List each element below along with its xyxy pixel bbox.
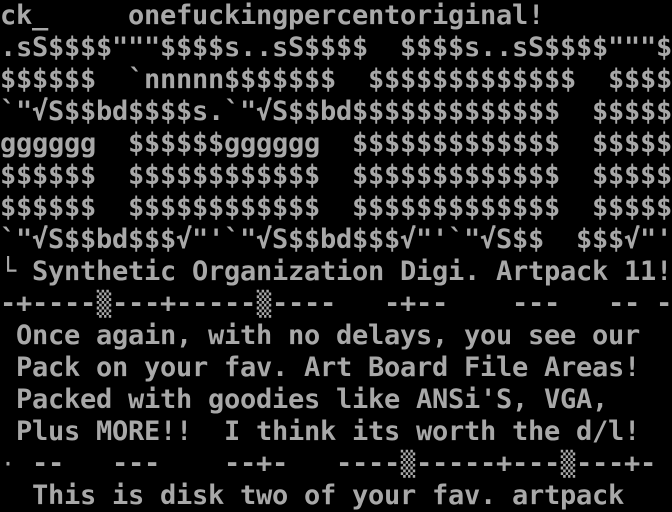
ascii-art-line: gggggg $$$$$$gggggg $$$$$$$$$$$$$ $$$$$$ <box>0 128 672 159</box>
body-text-line: Pack on your fav. Art Board File Areas! <box>16 352 641 383</box>
footer-line: This is disk two of your fav. artpack <box>32 480 625 511</box>
body-text-line: Plus MORE!! I think its worth the d/l! <box>16 416 641 447</box>
bottom-divider: · -- --- --+- ----▒-----+---▒---+- <box>0 448 657 479</box>
ascii-art-line: `"√S$$bd$$$$s.`"√S$$bd$$$$$$$$$$$$$ $$$$… <box>0 96 672 127</box>
ascii-art-line: $$$$$$ `nnnnn$$$$$$$ $$$$$$$$$$$$$ $$$$$… <box>0 64 672 95</box>
header-line: ck_ onefuckingpercentoriginal! <box>0 0 545 31</box>
ascii-art-line: $$$$$$ $$$$$$$$$$$$ $$$$$$$$$$$$$ $$$$$$ <box>0 160 672 191</box>
dos-terminal-screen: ck_ onefuckingpercentoriginal! .sS$$$$""… <box>0 0 672 512</box>
ascii-art-line: $$$$$$ $$$$$$$$$$$$ $$$$$$$$$$$$$ $$$$$$ <box>0 192 672 223</box>
ascii-art-line: .sS$$$$"""$$$$s..sS$$$$ $$$$s..sS$$$$"""… <box>0 32 672 63</box>
top-divider: -+----▒---+-----▒---- -+-- --- -- - <box>0 288 672 319</box>
ascii-art-line: `"√S$$bd$$$√"'`"√S$$bd$$$√"'`"√S$$ $$$√"… <box>0 224 672 255</box>
body-text-line: Packed with goodies like ANSi'S, VGA, <box>16 384 609 415</box>
body-text-line: Once again, with no delays, you see our <box>16 320 641 351</box>
artpack-title: └ Synthetic Organization Digi. Artpack 1… <box>0 256 672 287</box>
